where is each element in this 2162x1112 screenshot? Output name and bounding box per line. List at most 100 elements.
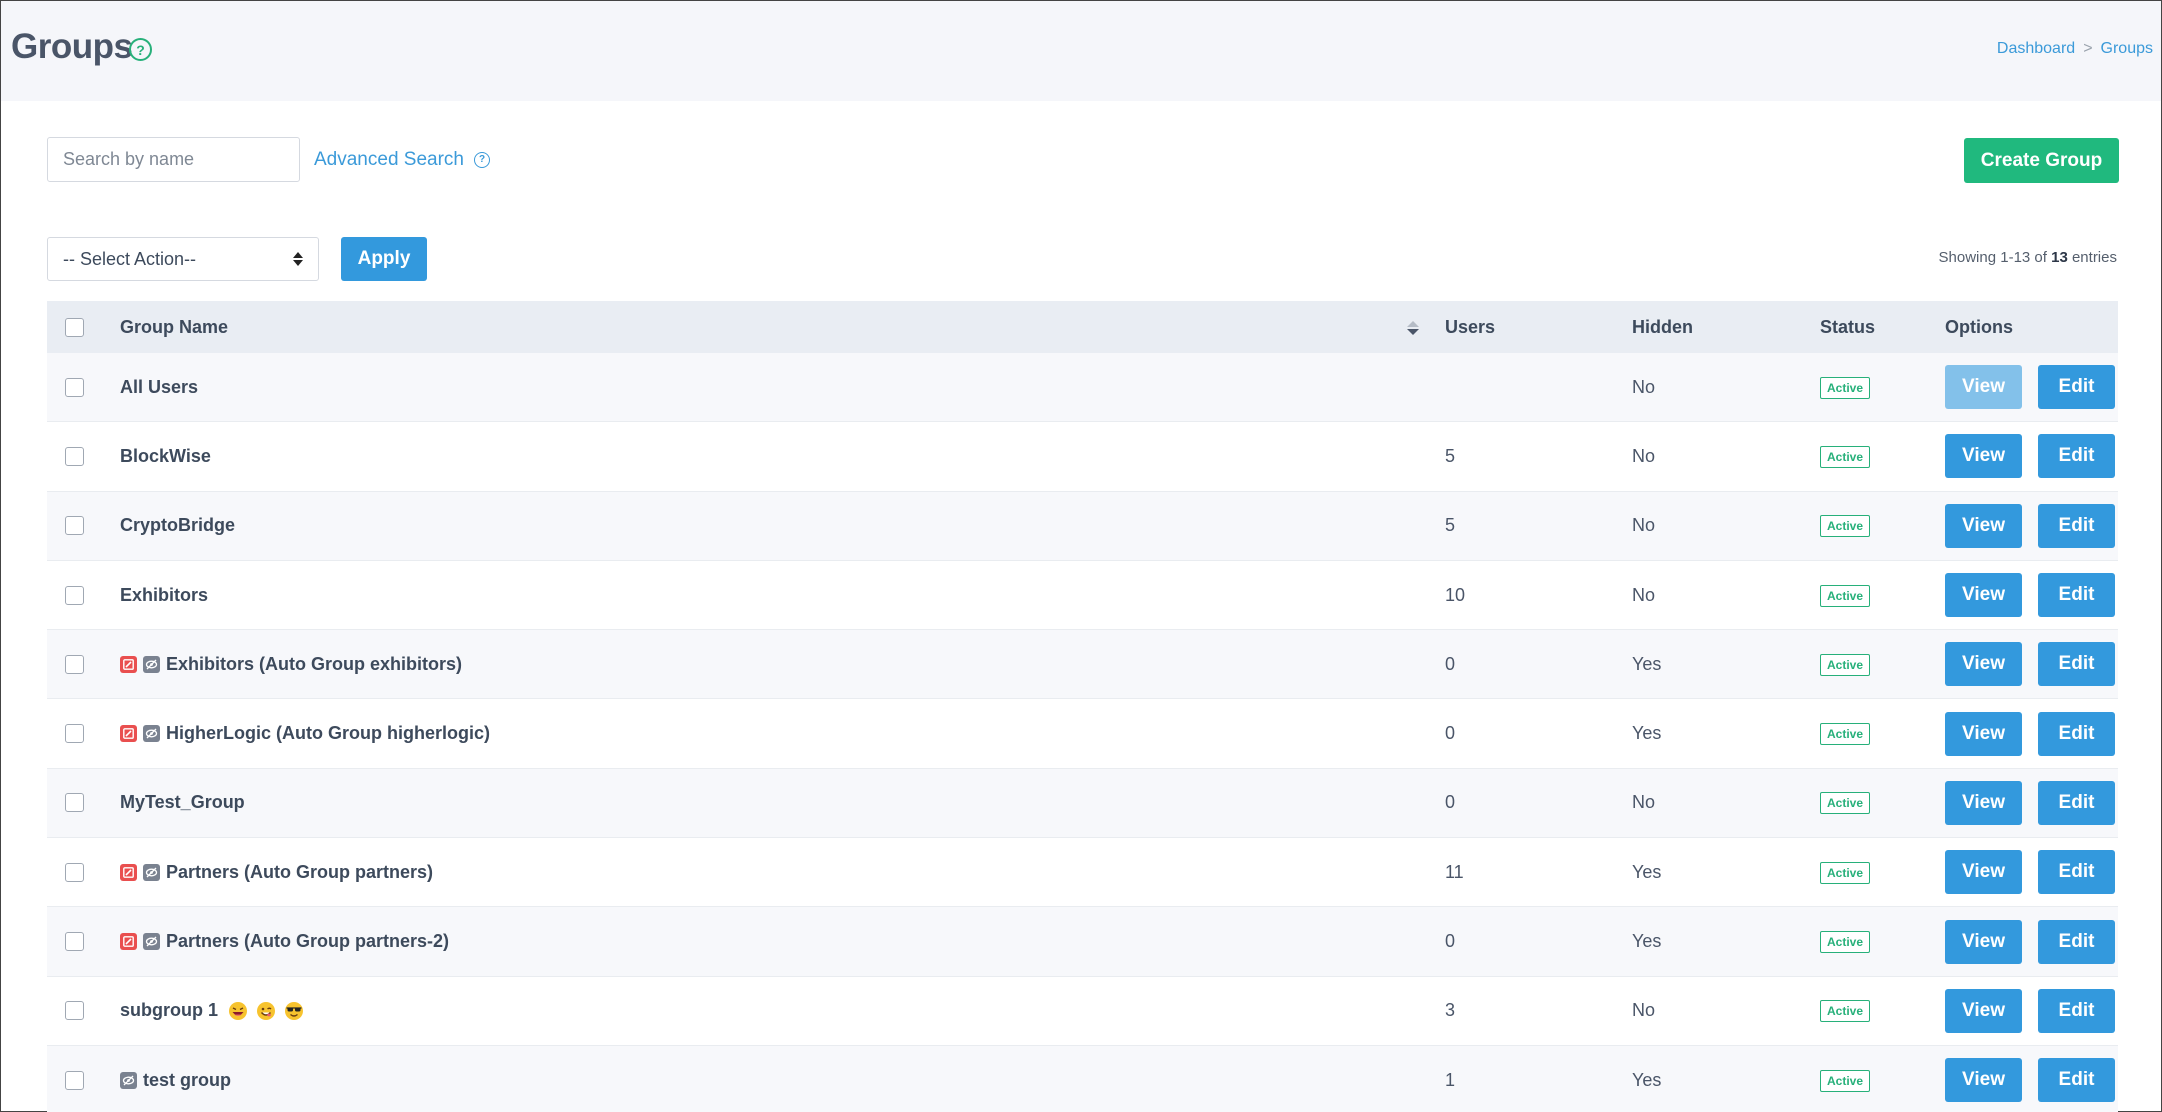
row-checkbox[interactable]	[65, 932, 84, 952]
hidden-value: No	[1632, 1000, 1656, 1021]
view-button[interactable]: View	[1945, 503, 2022, 548]
group-name[interactable]: MyTest_Group	[120, 792, 245, 813]
edit-button[interactable]: Edit	[2038, 573, 2115, 618]
view-button[interactable]: View	[1945, 642, 2022, 687]
auto-group-icon	[120, 725, 137, 743]
row-checkbox[interactable]	[65, 516, 84, 536]
view-button[interactable]: View	[1945, 780, 2022, 825]
view-button[interactable]: View	[1945, 434, 2022, 479]
hidden-value: Yes	[1632, 723, 1662, 744]
groups-table: Group Name Users Hidden Status Options A…	[47, 301, 2118, 1112]
group-name[interactable]: subgroup 1	[120, 1000, 218, 1021]
status-badge: Active	[1820, 376, 1871, 399]
breadcrumb-groups[interactable]: Groups	[2101, 40, 2153, 57]
hidden-icon	[143, 725, 160, 743]
row-checkbox[interactable]	[65, 377, 84, 397]
help-icon[interactable]: ?	[474, 152, 490, 168]
status-badge: Active	[1820, 861, 1871, 884]
header-users: Users	[1445, 316, 1496, 337]
group-name[interactable]: Partners (Auto Group partners)	[166, 862, 433, 883]
entries-total: 13	[2051, 249, 2068, 266]
row-checkbox[interactable]	[65, 724, 84, 744]
status-badge: Active	[1820, 584, 1871, 607]
sunglasses-emoji-icon	[284, 1001, 304, 1021]
hidden-value: No	[1632, 515, 1656, 536]
edit-button[interactable]: Edit	[2038, 503, 2115, 548]
users-count: 0	[1445, 653, 1456, 674]
advanced-search-link[interactable]: Advanced Search ?	[314, 149, 490, 171]
view-button[interactable]: View	[1945, 850, 2022, 895]
group-name[interactable]: HigherLogic (Auto Group higherlogic)	[166, 723, 490, 744]
row-checkbox[interactable]	[65, 654, 84, 674]
breadcrumb-dashboard[interactable]: Dashboard	[1997, 40, 2075, 57]
view-button[interactable]: View	[1945, 573, 2022, 618]
main-content: Advanced Search ? Create Group -- Select…	[1, 101, 2161, 1112]
row-checkbox[interactable]	[65, 862, 84, 882]
view-button[interactable]: View	[1945, 1058, 2022, 1103]
table-row: CryptoBridge 5 No Active View Edit	[47, 491, 2118, 561]
users-count: 3	[1445, 1000, 1456, 1021]
edit-button[interactable]: Edit	[2038, 434, 2115, 479]
header-status: Status	[1820, 316, 1876, 337]
create-group-button[interactable]: Create Group	[1964, 138, 2119, 183]
select-all-checkbox[interactable]	[65, 317, 84, 337]
group-name[interactable]: Partners (Auto Group partners-2)	[166, 931, 449, 952]
header-hidden: Hidden	[1632, 316, 1693, 337]
select-action-value: -- Select Action--	[63, 248, 197, 269]
edit-button[interactable]: Edit	[2038, 988, 2115, 1033]
group-name[interactable]: Exhibitors	[120, 585, 208, 606]
table-row: test group 1 Yes Active View Edit	[47, 1045, 2118, 1112]
group-name[interactable]: Exhibitors (Auto Group exhibitors)	[166, 654, 462, 675]
row-checkbox[interactable]	[65, 446, 84, 466]
table-row: Partners (Auto Group partners) 11 Yes Activ…	[47, 838, 2118, 908]
select-action-dropdown[interactable]: -- Select Action--	[47, 237, 319, 281]
hidden-value: Yes	[1632, 653, 1662, 674]
users-count: 0	[1445, 792, 1456, 813]
sort-icon[interactable]	[1407, 321, 1419, 335]
table-row: All Users No Active View Edit	[47, 353, 2118, 423]
apply-button[interactable]: Apply	[341, 237, 427, 281]
group-name[interactable]: BlockWise	[120, 446, 211, 467]
table-body: All Users No Active View Edit BlockWise 5 No Act…	[47, 353, 2118, 1112]
auto-group-icon	[120, 863, 137, 881]
view-button[interactable]: View	[1945, 988, 2022, 1033]
edit-button[interactable]: Edit	[2038, 711, 2115, 756]
table-row: Exhibitors (Auto Group exhibitors) 0 Yes Ac…	[47, 630, 2118, 700]
status-badge: Active	[1820, 515, 1871, 538]
status-badge: Active	[1820, 1069, 1871, 1092]
entries-suffix: entries	[2067, 249, 2117, 266]
view-button[interactable]: View	[1945, 919, 2022, 964]
group-name[interactable]: All Users	[120, 377, 198, 398]
view-button[interactable]: View	[1945, 711, 2022, 756]
edit-button[interactable]: Edit	[2038, 780, 2115, 825]
row-checkbox[interactable]	[65, 1070, 84, 1090]
select-arrows-icon	[293, 252, 303, 266]
edit-button[interactable]: Edit	[2038, 919, 2115, 964]
users-count: 11	[1445, 861, 1464, 882]
edit-button[interactable]: Edit	[2038, 850, 2115, 895]
table-row: Exhibitors 10 No Active View Edit	[47, 560, 2118, 631]
edit-button[interactable]: Edit	[2038, 365, 2115, 410]
hidden-icon	[143, 655, 160, 673]
status-badge: Active	[1820, 1000, 1871, 1023]
table-row: HigherLogic (Auto Group higherlogic) 0 Yes…	[47, 699, 2118, 769]
hidden-value: No	[1632, 376, 1656, 397]
row-checkbox[interactable]	[65, 793, 84, 813]
hidden-icon	[143, 863, 160, 881]
view-button[interactable]: View	[1945, 365, 2022, 410]
group-name[interactable]: CryptoBridge	[120, 515, 235, 536]
table-row: MyTest_Group 0 No Active View Edit	[47, 768, 2118, 839]
users-count: 10	[1445, 584, 1466, 605]
header-group-name[interactable]: Group Name	[120, 317, 228, 338]
table-row: subgroup 1 3 No Active View Edit	[47, 976, 2118, 1046]
row-checkbox[interactable]	[65, 1001, 84, 1021]
advanced-search-label: Advanced Search	[314, 149, 464, 170]
edit-button[interactable]: Edit	[2038, 1058, 2115, 1103]
help-icon[interactable]: ?	[129, 38, 152, 61]
edit-button[interactable]: Edit	[2038, 642, 2115, 687]
page-title: Groups	[11, 27, 133, 66]
row-checkbox[interactable]	[65, 585, 84, 605]
group-name[interactable]: test group	[143, 1070, 231, 1091]
winking-emoji-icon	[256, 1001, 276, 1021]
search-input[interactable]	[47, 137, 300, 182]
